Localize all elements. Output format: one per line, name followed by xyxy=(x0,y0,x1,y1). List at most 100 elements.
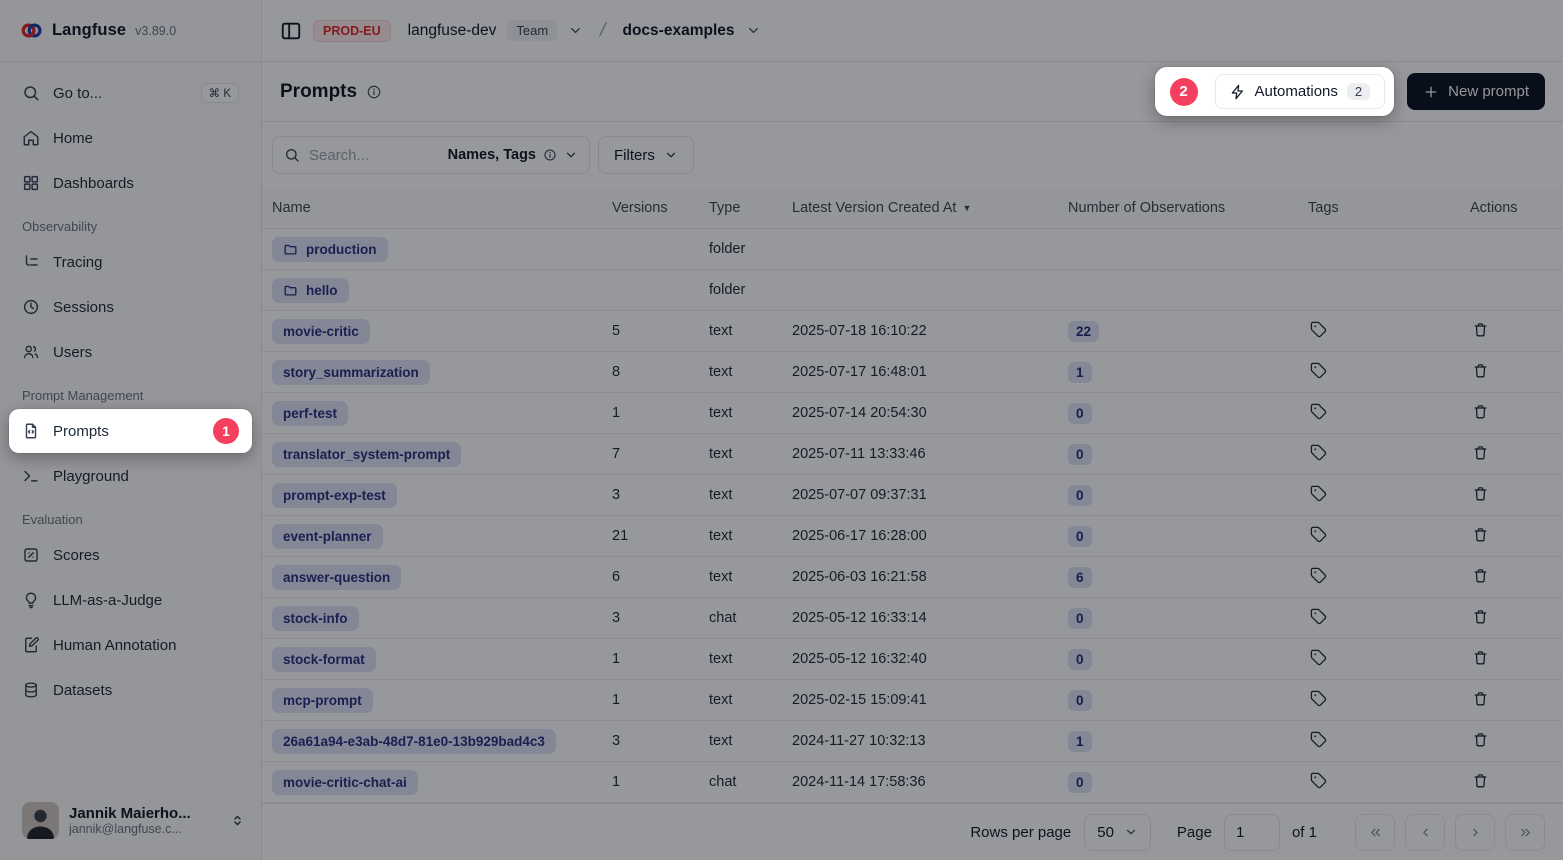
name-cell: stock-info xyxy=(272,606,612,631)
table-row[interactable]: stock-format 1 text 2025-05-12 16:32:40 … xyxy=(262,639,1563,680)
delete-button[interactable] xyxy=(1470,606,1491,627)
org-name[interactable]: langfuse-dev xyxy=(408,22,497,40)
prompt-name-pill[interactable]: movie-critic-chat-ai xyxy=(272,770,418,795)
prompts-file-icon xyxy=(22,422,40,440)
sidebar-item-sessions[interactable]: Sessions xyxy=(12,291,249,323)
prompt-name-pill[interactable]: mcp-prompt xyxy=(272,688,373,713)
created-at-cell: 2025-06-03 16:21:58 xyxy=(792,569,1068,585)
prompt-name-pill[interactable]: movie-critic xyxy=(272,319,370,344)
delete-button[interactable] xyxy=(1470,319,1491,340)
user-menu[interactable]: Jannik Maierho... jannik@langfuse.c... xyxy=(0,790,261,860)
sidebar-item-home[interactable]: Home xyxy=(12,122,249,154)
filters-button[interactable]: Filters xyxy=(598,136,694,174)
tag-button[interactable] xyxy=(1308,606,1329,627)
sidebar-item-llm-as-a-judge[interactable]: LLM-as-a-Judge xyxy=(12,584,249,616)
table-row[interactable]: hello folder xyxy=(262,270,1563,311)
project-name[interactable]: docs-examples xyxy=(623,22,735,40)
info-icon[interactable] xyxy=(366,84,382,100)
table-row[interactable]: prompt-exp-test 3 text 2025-07-07 09:37:… xyxy=(262,475,1563,516)
observations-count-pill: 22 xyxy=(1068,321,1099,342)
sidebar-item-dashboards[interactable]: Dashboards xyxy=(12,167,249,199)
sidebar-item-playground[interactable]: Playground xyxy=(12,460,249,492)
table-row[interactable]: story_summarization 8 text 2025-07-17 16… xyxy=(262,352,1563,393)
tag-button[interactable] xyxy=(1308,360,1329,381)
tag-button[interactable] xyxy=(1308,688,1329,709)
versions-cell: 8 xyxy=(612,364,709,380)
search-scope-select[interactable]: Names, Tags xyxy=(448,147,578,163)
tag-button[interactable] xyxy=(1308,483,1329,504)
sidebar-item-users[interactable]: Users xyxy=(12,336,249,368)
prompt-name-pill[interactable]: stock-format xyxy=(272,647,376,672)
column-header-latest-version-created-at[interactable]: Latest Version Created At ▼ xyxy=(792,200,1068,216)
search-scope-label: Names, Tags xyxy=(448,147,536,163)
table-row[interactable]: event-planner 21 text 2025-06-17 16:28:0… xyxy=(262,516,1563,557)
automations-count-badge: 2 xyxy=(1347,83,1370,100)
table-row[interactable]: answer-question 6 text 2025-06-03 16:21:… xyxy=(262,557,1563,598)
prompt-name-pill[interactable]: hello xyxy=(272,278,349,303)
new-prompt-button[interactable]: New prompt xyxy=(1407,73,1545,110)
observations-cell: 0 xyxy=(1068,608,1308,629)
page-number-input[interactable] xyxy=(1224,814,1280,851)
sidebar-item-prompts[interactable]: Prompts 1 xyxy=(9,409,252,453)
annotation-pen-icon xyxy=(22,636,40,654)
prompt-name-pill[interactable]: translator_system-prompt xyxy=(272,442,461,467)
table-row[interactable]: 26a61a94-e3ab-48d7-81e0-13b929bad4c3 3 t… xyxy=(262,721,1563,762)
delete-button[interactable] xyxy=(1470,688,1491,709)
type-cell: chat xyxy=(709,610,792,626)
tag-button[interactable] xyxy=(1308,524,1329,545)
observations-count-pill: 0 xyxy=(1068,444,1092,465)
previous-page-button[interactable] xyxy=(1405,814,1445,851)
delete-button[interactable] xyxy=(1470,565,1491,586)
sidebar-toggle-icon[interactable] xyxy=(280,20,302,42)
delete-button[interactable] xyxy=(1470,483,1491,504)
toolbar: Names, Tags Filters xyxy=(262,122,1563,188)
delete-button[interactable] xyxy=(1470,524,1491,545)
tag-button[interactable] xyxy=(1308,770,1329,791)
tags-cell xyxy=(1308,360,1470,384)
environment-badge: PROD-EU xyxy=(313,20,391,42)
chevron-down-icon[interactable] xyxy=(568,23,583,38)
automations-button[interactable]: Automations 2 xyxy=(1215,74,1386,109)
observations-cell: 0 xyxy=(1068,444,1308,465)
table-row[interactable]: mcp-prompt 1 text 2025-02-15 15:09:41 0 xyxy=(262,680,1563,721)
observations-count-pill: 1 xyxy=(1068,731,1092,752)
table-row[interactable]: movie-critic-chat-ai 1 chat 2024-11-14 1… xyxy=(262,762,1563,803)
sidebar-item-tracing[interactable]: Tracing xyxy=(12,246,249,278)
delete-button[interactable] xyxy=(1470,360,1491,381)
tag-button[interactable] xyxy=(1308,442,1329,463)
prompt-name-pill[interactable]: prompt-exp-test xyxy=(272,483,397,508)
prompt-name-pill[interactable]: 26a61a94-e3ab-48d7-81e0-13b929bad4c3 xyxy=(272,729,556,754)
tag-button[interactable] xyxy=(1308,565,1329,586)
table-row[interactable]: stock-info 3 chat 2025-05-12 16:33:14 0 xyxy=(262,598,1563,639)
table-row[interactable]: movie-critic 5 text 2025-07-18 16:10:22 … xyxy=(262,311,1563,352)
delete-button[interactable] xyxy=(1470,729,1491,750)
table-row[interactable]: perf-test 1 text 2025-07-14 20:54:30 0 xyxy=(262,393,1563,434)
tag-button[interactable] xyxy=(1308,647,1329,668)
search-input[interactable] xyxy=(309,147,419,164)
last-page-button[interactable] xyxy=(1505,814,1545,851)
table-row[interactable]: production folder xyxy=(262,229,1563,270)
folder-icon xyxy=(283,242,298,257)
tag-button[interactable] xyxy=(1308,401,1329,422)
table-row[interactable]: translator_system-prompt 7 text 2025-07-… xyxy=(262,434,1563,475)
tag-button[interactable] xyxy=(1308,729,1329,750)
sidebar-item-human-annotation[interactable]: Human Annotation xyxy=(12,629,249,661)
prompt-name-pill[interactable]: story_summarization xyxy=(272,360,430,385)
delete-button[interactable] xyxy=(1470,401,1491,422)
prompt-name-pill[interactable]: stock-info xyxy=(272,606,359,631)
next-page-button[interactable] xyxy=(1455,814,1495,851)
sidebar-item-datasets[interactable]: Datasets xyxy=(12,674,249,706)
delete-button[interactable] xyxy=(1470,647,1491,668)
prompt-name-pill[interactable]: answer-question xyxy=(272,565,401,590)
chevron-down-icon[interactable] xyxy=(746,23,761,38)
tag-button[interactable] xyxy=(1308,319,1329,340)
sidebar-item-scores[interactable]: Scores xyxy=(12,539,249,571)
delete-button[interactable] xyxy=(1470,442,1491,463)
prompt-name-pill[interactable]: perf-test xyxy=(272,401,348,426)
delete-button[interactable] xyxy=(1470,770,1491,791)
first-page-button[interactable] xyxy=(1355,814,1395,851)
prompt-name-pill[interactable]: production xyxy=(272,237,388,262)
prompt-name-pill[interactable]: event-planner xyxy=(272,524,383,549)
goto-search[interactable]: Go to... ⌘ K xyxy=(12,77,249,109)
rows-per-page-select[interactable]: 50 xyxy=(1084,814,1151,851)
